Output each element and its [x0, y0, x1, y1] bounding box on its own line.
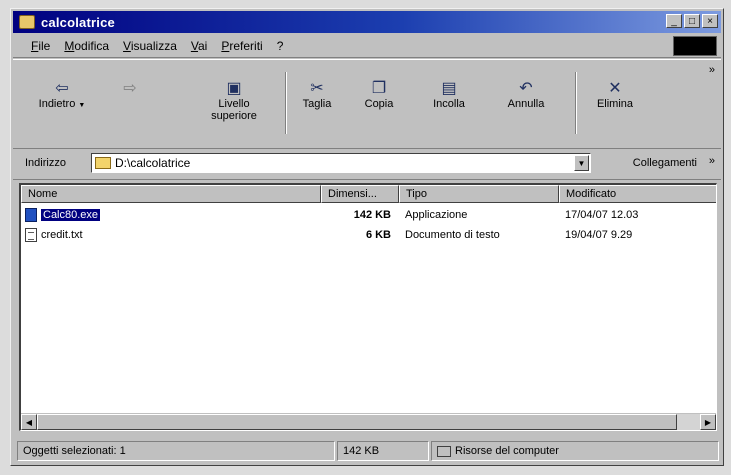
column-modified[interactable]: Modificato — [559, 185, 716, 203]
scroll-left-button[interactable]: ◀ — [21, 414, 37, 430]
copy-label: Copia — [364, 98, 394, 110]
horizontal-scrollbar[interactable]: ◀ ▶ — [21, 413, 716, 430]
text-file-icon — [25, 228, 37, 242]
menu-help[interactable]: ? — [277, 39, 284, 53]
toolbar-more-button[interactable]: » — [709, 64, 715, 76]
computer-icon — [437, 445, 451, 457]
title-bar[interactable]: calcolatrice _ □ × — [13, 11, 721, 33]
minimize-button[interactable]: _ — [666, 14, 682, 28]
up-folder-icon: ▣ — [226, 80, 242, 97]
back-dropdown-icon[interactable]: ▼ — [78, 102, 85, 109]
explorer-window: calcolatrice _ □ × File Modifica Visuali… — [10, 8, 724, 466]
file-list[interactable]: Nome Dimensi... Tipo Modificato Calc80.e… — [19, 183, 717, 431]
file-type: Applicazione — [405, 209, 468, 221]
back-label: Indietro — [38, 98, 76, 110]
menu-visualizza[interactable]: Visualizza — [123, 39, 177, 53]
forward-arrow-icon: ⇨ — [123, 80, 137, 97]
menu-bar: File Modifica Visualizza Vai Preferiti ? — [13, 35, 721, 58]
copy-button[interactable]: ❐ Copia — [349, 78, 409, 110]
menu-vai[interactable]: Vai — [191, 39, 207, 53]
folder-icon — [19, 15, 35, 29]
menu-preferiti[interactable]: Preferiti — [221, 39, 262, 53]
column-size[interactable]: Dimensi... — [321, 185, 399, 203]
paste-button[interactable]: ▤ Incolla — [419, 78, 479, 110]
status-size: 142 KB — [337, 441, 429, 461]
address-input[interactable]: D:\calcolatrice ▼ — [91, 153, 591, 173]
file-size: 142 KB — [353, 209, 391, 221]
up-level-button[interactable]: ▣ Livello superiore — [199, 78, 269, 122]
scroll-thumb[interactable] — [37, 414, 677, 430]
forward-button[interactable]: ⇨ — [105, 78, 155, 98]
column-name[interactable]: Nome — [21, 185, 321, 203]
paste-icon: ▤ — [441, 80, 457, 97]
back-button[interactable]: ⇦ Indietro ▼ — [27, 78, 97, 112]
delete-label: Elimina — [596, 98, 634, 110]
maximize-button[interactable]: □ — [684, 14, 700, 28]
status-location: Risorse del computer — [431, 441, 719, 461]
cut-button[interactable]: ✂ Taglia — [287, 78, 347, 110]
toolbar-separator — [575, 72, 577, 134]
toolbar: ⇦ Indietro ▼ ⇨ ▣ Livello superiore ✂ Tag… — [13, 59, 721, 149]
scissors-icon: ✂ — [310, 80, 324, 97]
column-headers: Nome Dimensi... Tipo Modificato — [21, 185, 716, 203]
file-size: 6 KB — [365, 229, 391, 241]
window-title: calcolatrice — [41, 14, 115, 30]
file-name: Calc80.exe — [41, 209, 101, 221]
cut-label: Taglia — [302, 98, 332, 110]
status-bar: Oggetti selezionati: 1 142 KB Risorse de… — [13, 439, 721, 463]
copy-icon: ❐ — [371, 80, 387, 97]
menu-modifica[interactable]: Modifica — [64, 39, 109, 53]
undo-button[interactable]: ↶ Annulla — [491, 78, 561, 110]
table-row[interactable]: Calc80.exe 142 KB Applicazione 17/04/07 … — [21, 207, 716, 225]
paste-label: Incolla — [433, 98, 465, 110]
address-value: D:\calcolatrice — [115, 156, 191, 170]
back-arrow-icon: ⇦ — [55, 80, 69, 97]
file-modified: 17/04/07 12.03 — [565, 209, 639, 221]
delete-icon: ✕ — [608, 80, 622, 97]
column-type[interactable]: Tipo — [399, 185, 559, 203]
table-row[interactable]: credit.txt 6 KB Documento di testo 19/04… — [21, 227, 716, 245]
status-location-label: Risorse del computer — [455, 445, 559, 457]
close-button[interactable]: × — [702, 14, 718, 28]
file-modified: 19/04/07 9.29 — [565, 229, 633, 241]
file-name: credit.txt — [41, 229, 83, 241]
menu-file[interactable]: File — [31, 39, 50, 53]
status-selected: Oggetti selezionati: 1 — [17, 441, 335, 461]
links-more-icon[interactable]: » — [709, 155, 715, 167]
undo-icon: ↶ — [519, 80, 533, 97]
links-button[interactable]: Collegamenti — [633, 157, 697, 169]
exe-icon — [25, 208, 37, 222]
address-label: Indirizzo — [25, 157, 66, 169]
undo-label: Annulla — [507, 98, 545, 110]
delete-button[interactable]: ✕ Elimina — [585, 78, 645, 110]
windows-logo-icon — [673, 36, 717, 56]
address-dropdown-button[interactable]: ▼ — [574, 155, 589, 171]
file-type: Documento di testo — [405, 229, 500, 241]
folder-icon — [95, 157, 111, 169]
scroll-right-button[interactable]: ▶ — [700, 414, 716, 430]
up-level-label: Livello superiore — [211, 98, 257, 122]
address-bar: Indirizzo D:\calcolatrice ▼ Collegamenti… — [13, 149, 721, 180]
